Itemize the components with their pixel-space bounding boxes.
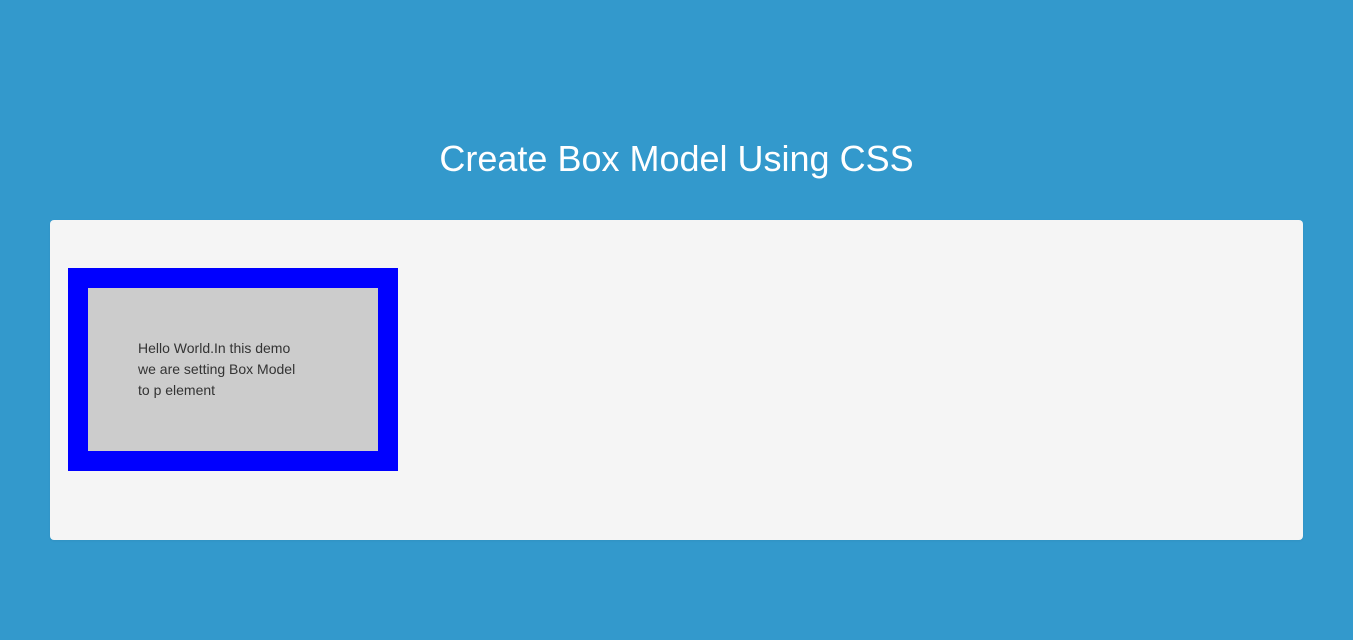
page-title: Create Box Model Using CSS	[0, 0, 1353, 220]
content-panel: Hello World.In this demo we are setting …	[50, 220, 1303, 540]
box-model-demo: Hello World.In this demo we are setting …	[68, 268, 398, 471]
box-model-paragraph: Hello World.In this demo we are setting …	[138, 338, 308, 401]
